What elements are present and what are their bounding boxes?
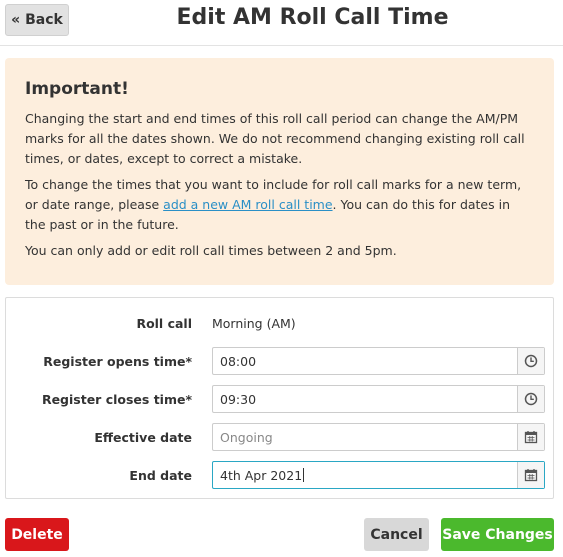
page-title: Edit AM Roll Call Time xyxy=(176,5,449,30)
save-changes-button[interactable]: Save Changes xyxy=(441,518,554,551)
calendar-icon[interactable] xyxy=(517,462,544,488)
clock-icon[interactable] xyxy=(517,348,544,374)
closes-time-input[interactable]: 09:30 xyxy=(212,385,545,413)
closes-time-row: Register closes time* 09:30 xyxy=(6,384,555,414)
closes-time-label: Register closes time* xyxy=(41,391,192,407)
roll-call-row: Roll call Morning (AM) xyxy=(6,308,555,338)
opens-time-input[interactable]: 08:00 xyxy=(212,347,545,375)
opens-time-value[interactable]: 08:00 xyxy=(213,354,517,369)
back-button[interactable]: « Back xyxy=(5,4,69,36)
closes-time-value[interactable]: 09:30 xyxy=(213,392,517,407)
effective-date-placeholder[interactable]: Ongoing xyxy=(213,430,517,445)
opens-time-label: Register opens time* xyxy=(43,353,192,369)
opens-time-row: Register opens time* 08:00 xyxy=(6,346,555,376)
end-date-label: End date xyxy=(129,467,192,483)
notice-paragraph-2: To change the times that you want to inc… xyxy=(25,175,534,235)
effective-date-input[interactable]: Ongoing xyxy=(212,423,545,451)
header-divider xyxy=(0,45,563,46)
effective-date-label: Effective date xyxy=(94,429,192,445)
effective-date-row: Effective date Ongoing xyxy=(6,422,555,452)
end-date-row: End date 4th Apr 2021 xyxy=(6,460,555,490)
delete-button[interactable]: Delete xyxy=(5,518,69,551)
roll-call-label: Roll call xyxy=(136,315,192,331)
cancel-button[interactable]: Cancel xyxy=(364,518,429,551)
end-date-input[interactable]: 4th Apr 2021 xyxy=(212,461,545,489)
important-notice: Important! Changing the start and end ti… xyxy=(5,58,554,285)
notice-paragraph-3: You can only add or edit roll call times… xyxy=(25,243,397,258)
end-date-value[interactable]: 4th Apr 2021 xyxy=(213,468,517,483)
roll-call-value: Morning (AM) xyxy=(212,315,296,331)
notice-heading: Important! xyxy=(25,79,129,99)
notice-paragraph-1: Changing the start and end times of this… xyxy=(25,111,525,166)
add-roll-call-link[interactable]: add a new AM roll call time xyxy=(163,197,332,212)
roll-call-form: Roll call Morning (AM) Register opens ti… xyxy=(5,297,554,499)
clock-icon[interactable] xyxy=(517,386,544,412)
calendar-icon[interactable] xyxy=(517,424,544,450)
